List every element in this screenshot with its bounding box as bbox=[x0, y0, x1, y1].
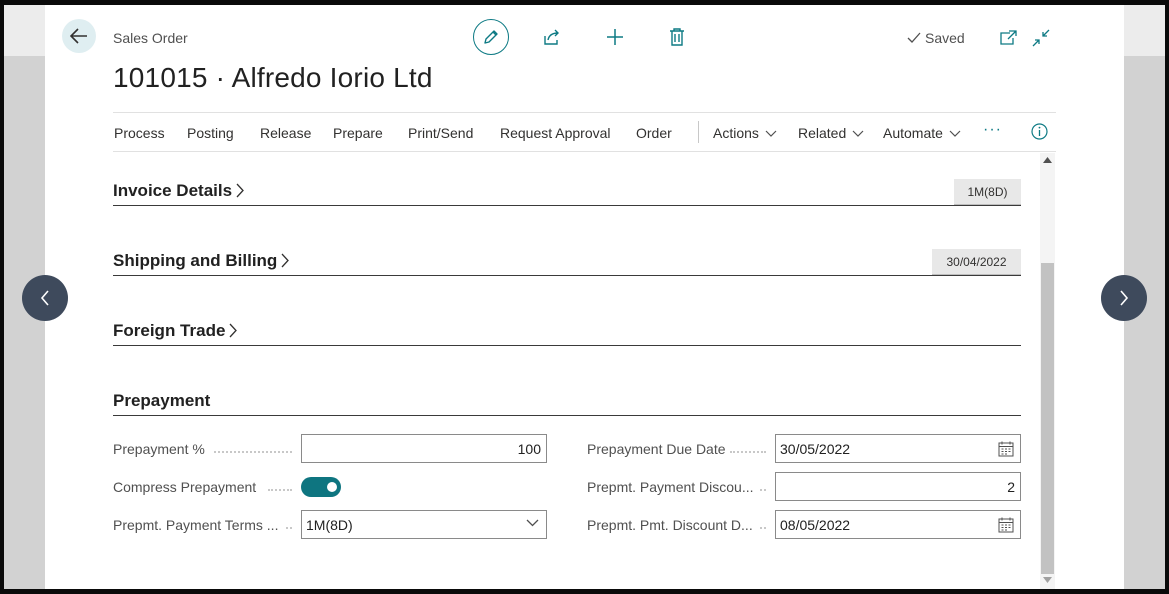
add-icon bbox=[607, 29, 623, 45]
section-prepayment-title: Prepayment bbox=[113, 391, 211, 410]
action-print-send[interactable]: Print/Send bbox=[408, 125, 473, 141]
next-slide-button[interactable] bbox=[1101, 275, 1147, 321]
menu-automate-label: Automate bbox=[883, 125, 943, 141]
compress-prepayment-label: Compress Prepayment bbox=[113, 479, 257, 495]
collapse-icon bbox=[1032, 29, 1050, 47]
shipping-billing-badge: 30/04/2022 bbox=[932, 249, 1021, 275]
prepmt-pmt-discount-date-input[interactable]: 08/05/2022 bbox=[775, 510, 1021, 539]
check-icon bbox=[907, 32, 921, 43]
prepmt-payment-discount-label: Prepmt. Payment Discou... bbox=[587, 479, 754, 495]
action-release[interactable]: Release bbox=[260, 125, 311, 141]
scrollbar-thumb[interactable] bbox=[1041, 263, 1054, 574]
chevron-down-icon bbox=[949, 130, 961, 138]
section-invoice-details[interactable]: Invoice Details bbox=[113, 181, 245, 201]
section-divider bbox=[113, 205, 1021, 206]
prepmt-payment-terms-value: 1M(8D) bbox=[306, 516, 353, 533]
chevron-right-icon bbox=[1120, 290, 1129, 306]
menu-related[interactable]: Related bbox=[798, 125, 864, 141]
leader-dots bbox=[760, 525, 766, 529]
chevron-down-icon bbox=[526, 519, 539, 527]
leader-dots bbox=[268, 487, 292, 491]
leader-dots bbox=[730, 449, 766, 453]
calendar-icon[interactable] bbox=[998, 517, 1014, 533]
section-prepayment[interactable]: Prepayment bbox=[113, 391, 210, 411]
section-invoice-details-title: Invoice Details bbox=[113, 181, 233, 200]
scroll-up-arrow-icon[interactable] bbox=[1043, 157, 1052, 163]
more-options-button[interactable]: ··· bbox=[983, 121, 1002, 139]
prepayment-due-date-input[interactable]: 30/05/2022 bbox=[775, 434, 1021, 463]
scroll-down-arrow-icon[interactable] bbox=[1043, 577, 1052, 583]
leader-dots bbox=[286, 525, 292, 529]
open-new-window-button[interactable] bbox=[998, 28, 1018, 48]
menu-actions-label: Actions bbox=[713, 125, 759, 141]
chevron-down-icon bbox=[765, 130, 777, 138]
invoice-details-badge: 1M(8D) bbox=[954, 179, 1021, 205]
share-button[interactable] bbox=[542, 27, 562, 47]
chevron-right-icon bbox=[236, 183, 244, 198]
section-shipping-billing[interactable]: Shipping and Billing bbox=[113, 251, 290, 271]
action-posting[interactable]: Posting bbox=[187, 125, 234, 141]
menu-automate[interactable]: Automate bbox=[883, 125, 961, 141]
section-divider bbox=[113, 275, 1021, 276]
prepayment-due-date-label: Prepayment Due Date bbox=[587, 441, 726, 457]
prepmt-payment-terms-select[interactable]: 1M(8D) bbox=[301, 510, 547, 539]
edit-button[interactable] bbox=[473, 19, 509, 55]
action-order[interactable]: Order bbox=[636, 125, 672, 141]
back-button[interactable] bbox=[62, 19, 96, 53]
toggle-knob bbox=[327, 482, 337, 492]
menu-related-label: Related bbox=[798, 125, 847, 141]
action-separator bbox=[698, 121, 699, 143]
section-divider bbox=[113, 415, 1021, 416]
previous-slide-button[interactable] bbox=[22, 275, 68, 321]
chevron-left-icon bbox=[40, 290, 49, 306]
page-title: 101015 · Alfredo Iorio Ltd bbox=[113, 62, 433, 93]
section-divider bbox=[113, 345, 1021, 346]
action-request-approval[interactable]: Request Approval bbox=[500, 125, 611, 141]
delete-button[interactable] bbox=[667, 27, 687, 47]
new-button[interactable] bbox=[605, 27, 625, 47]
delete-icon bbox=[670, 28, 684, 46]
breadcrumb: Sales Order bbox=[113, 30, 188, 46]
menu-actions[interactable]: Actions bbox=[713, 125, 777, 141]
prepmt-pmt-discount-date-label: Prepmt. Pmt. Discount D... bbox=[587, 517, 753, 533]
prepayment-pct-label: Prepayment % bbox=[113, 441, 205, 457]
saved-label: Saved bbox=[925, 30, 965, 46]
chevron-down-icon bbox=[852, 130, 864, 138]
leader-dots bbox=[760, 487, 766, 491]
action-bar: Process Posting Release Prepare Print/Se… bbox=[113, 112, 1056, 152]
action-process[interactable]: Process bbox=[114, 125, 165, 141]
collapse-button[interactable] bbox=[1031, 28, 1051, 48]
open-new-window-icon bbox=[1000, 30, 1017, 45]
prepayment-pct-input[interactable]: 100 bbox=[301, 434, 547, 463]
section-foreign-trade-title: Foreign Trade bbox=[113, 321, 226, 340]
info-icon bbox=[1031, 123, 1048, 140]
saved-status: Saved bbox=[907, 30, 965, 46]
calendar-icon[interactable] bbox=[998, 441, 1014, 457]
section-shipping-billing-title: Shipping and Billing bbox=[113, 251, 278, 270]
back-arrow-icon bbox=[70, 28, 87, 44]
prepayment-due-date-value: 30/05/2022 bbox=[780, 440, 851, 457]
compress-prepayment-toggle[interactable] bbox=[301, 477, 341, 497]
prepmt-payment-terms-label: Prepmt. Payment Terms ... bbox=[113, 517, 279, 533]
share-icon bbox=[544, 29, 559, 45]
action-prepare[interactable]: Prepare bbox=[333, 125, 383, 141]
chevron-right-icon bbox=[229, 323, 238, 338]
info-button[interactable] bbox=[1031, 123, 1048, 143]
section-foreign-trade[interactable]: Foreign Trade bbox=[113, 321, 238, 341]
prepmt-pmt-discount-date-value: 08/05/2022 bbox=[780, 516, 851, 533]
prepmt-payment-discount-input[interactable]: 2 bbox=[775, 472, 1021, 501]
chevron-right-icon bbox=[281, 253, 290, 268]
leader-dots bbox=[214, 449, 292, 453]
edit-pencil-icon bbox=[484, 30, 498, 44]
